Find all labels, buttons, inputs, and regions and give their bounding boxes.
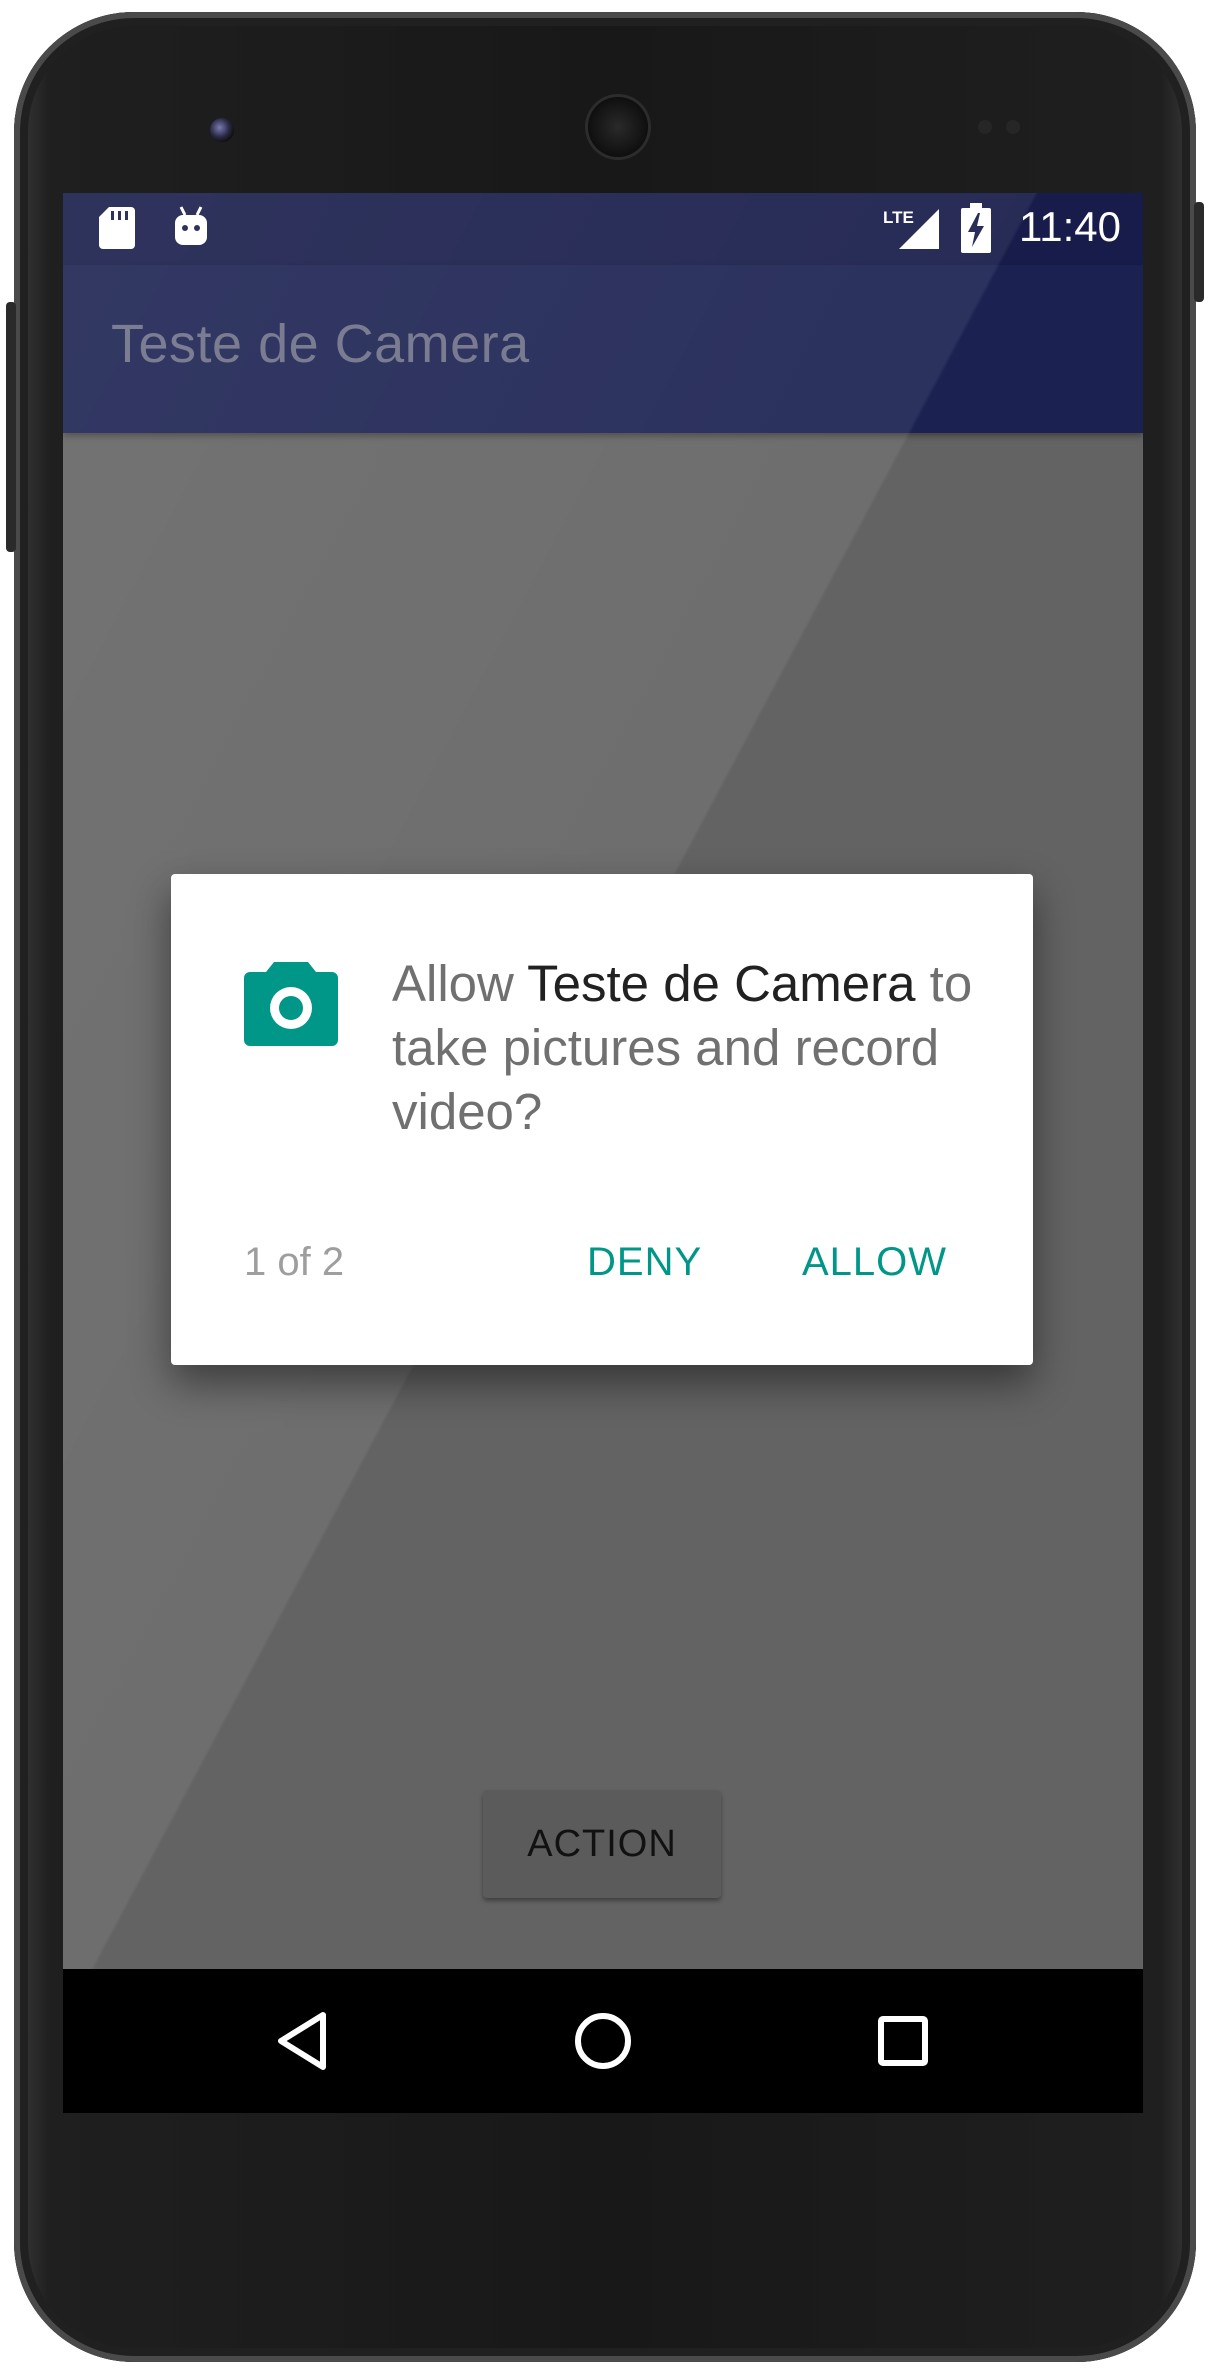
home-button[interactable]	[555, 1993, 651, 2089]
permission-message: Allow Teste de Camera to take pictures a…	[392, 952, 982, 1144]
phone-power-button	[1194, 202, 1204, 302]
back-icon	[278, 2012, 326, 2070]
status-bar: LTE 11:40	[63, 193, 1143, 265]
recents-button[interactable]	[855, 1993, 951, 2089]
allow-button[interactable]: ALLOW	[778, 1218, 971, 1306]
app-bar: Teste de Camera	[63, 265, 1143, 433]
deny-button[interactable]: DENY	[563, 1218, 726, 1306]
action-button[interactable]: ACTION	[483, 1790, 721, 1898]
phone-volume-button	[6, 302, 16, 552]
earpiece-speaker	[588, 97, 648, 157]
permission-counter: 1 of 2	[244, 1240, 345, 1284]
back-button[interactable]	[255, 1993, 351, 2089]
app-title: Teste de Camera	[111, 314, 530, 374]
device-screen: LTE 11:40 Teste de Camera ACTION Allow T…	[63, 193, 1143, 2113]
message-app-name: Teste de Camera	[527, 955, 916, 1012]
permission-dialog: Allow Teste de Camera to take pictures a…	[171, 874, 1033, 1365]
android-debug-icon	[175, 206, 207, 245]
front-camera	[210, 118, 234, 142]
message-prefix: Allow	[392, 955, 528, 1012]
sd-card-icon	[99, 207, 135, 249]
navigation-bar	[63, 1969, 1143, 2113]
proximity-sensor	[978, 120, 992, 134]
recents-icon	[878, 2016, 928, 2066]
lte-signal-icon: LTE	[883, 208, 939, 249]
light-sensor	[1006, 120, 1020, 134]
camera-icon	[244, 962, 338, 1046]
status-clock: 11:40	[1019, 203, 1121, 250]
svg-text:LTE: LTE	[883, 208, 914, 227]
battery-charging-icon	[961, 203, 991, 253]
home-icon	[575, 2013, 631, 2069]
